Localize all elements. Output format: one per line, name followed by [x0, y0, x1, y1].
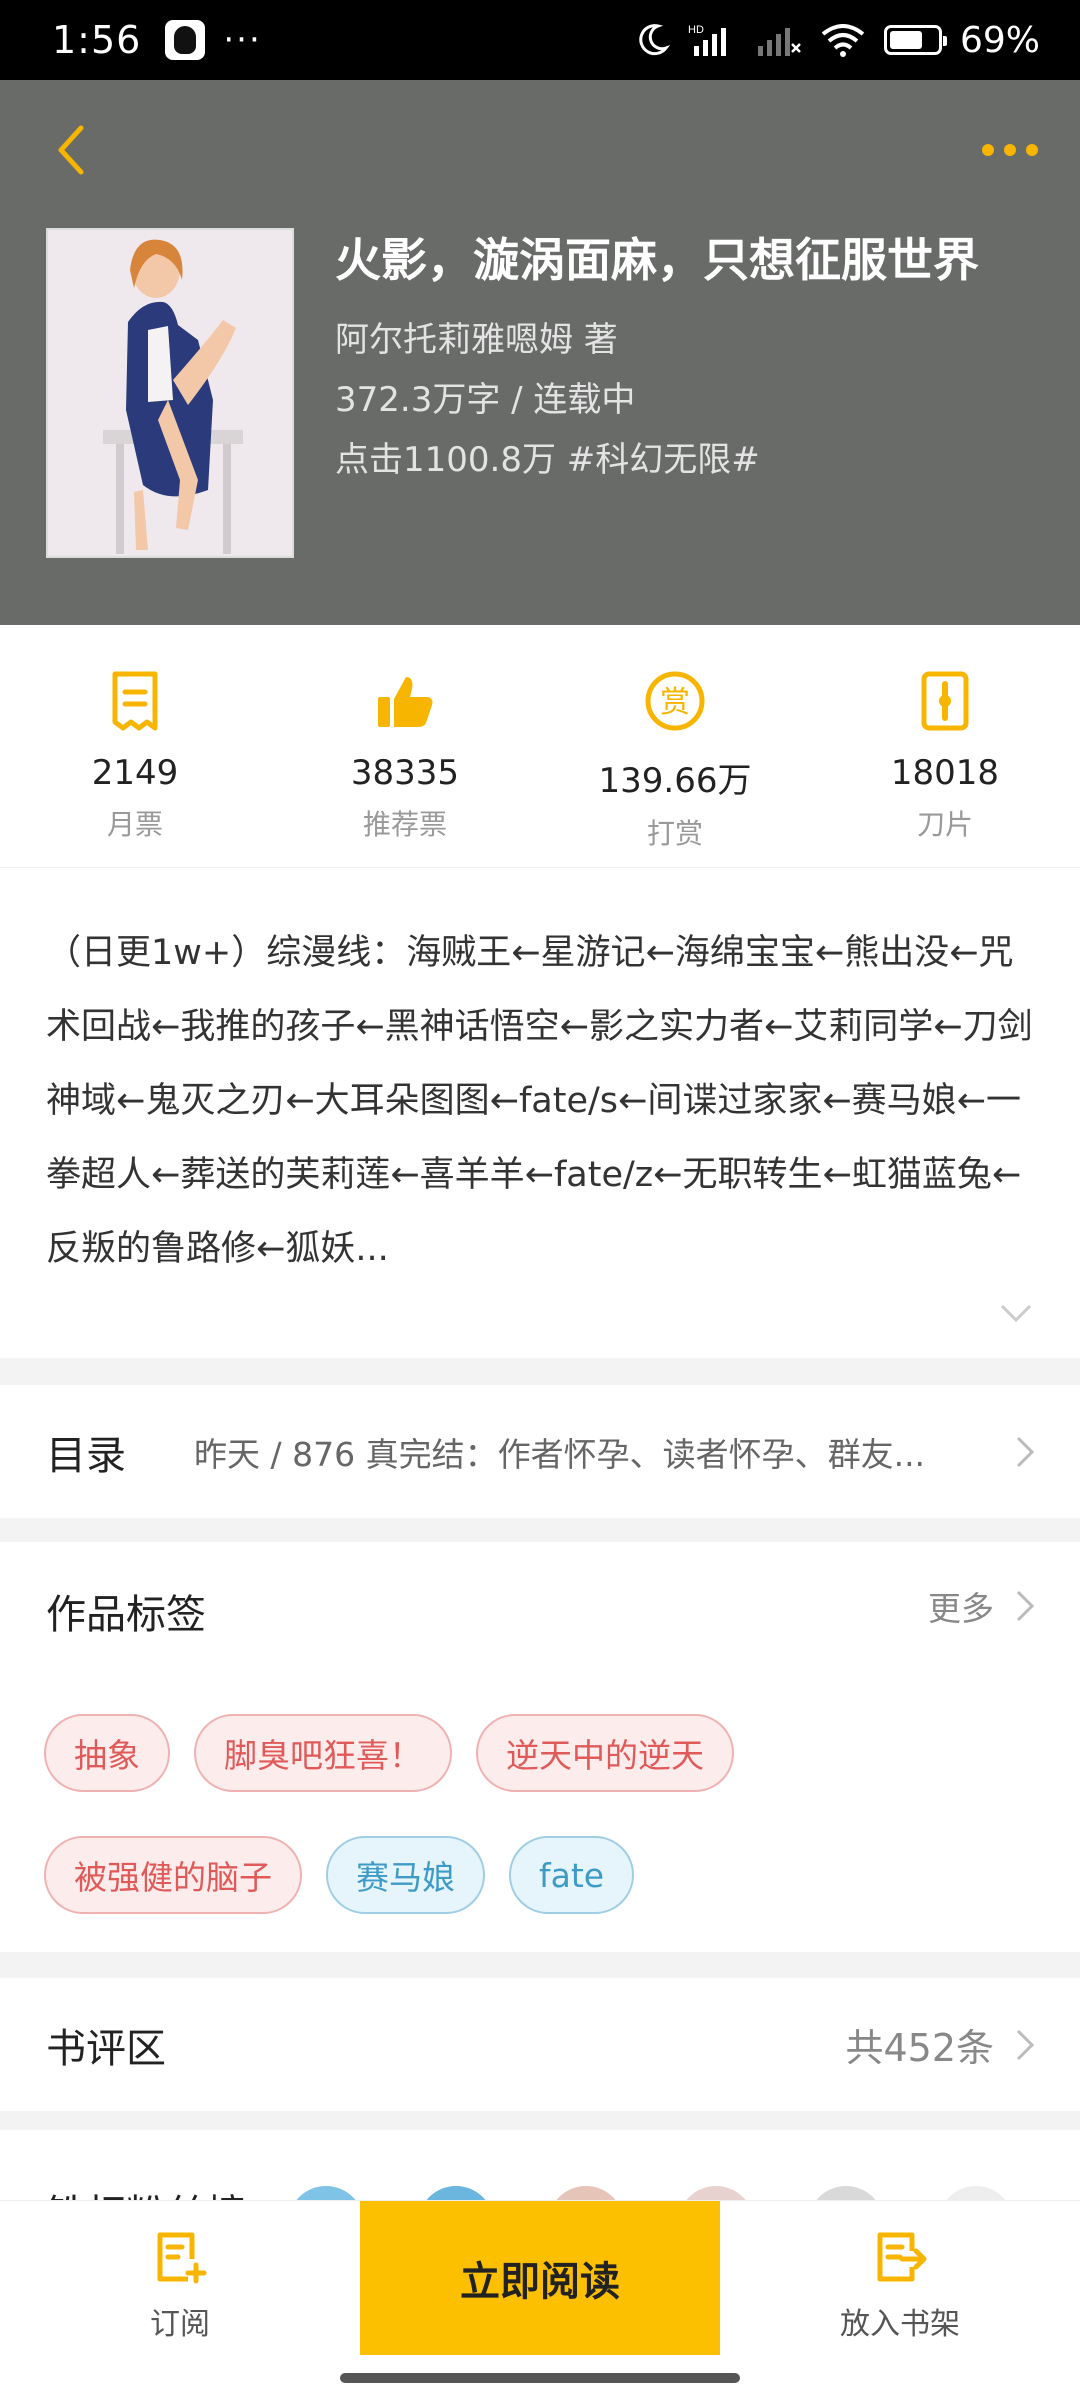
svg-text:赏: 赏: [660, 685, 690, 720]
blade-icon: [913, 669, 977, 733]
do-not-disturb-moon-icon: [639, 24, 670, 56]
tags-title: 作品标签: [46, 1592, 206, 1638]
book-cover-image[interactable]: [46, 228, 294, 558]
reward-icon: 赏: [643, 669, 707, 733]
tag-chip[interactable]: 抽象: [44, 1714, 170, 1792]
home-indicator[interactable]: [340, 2372, 740, 2383]
signal-no-service-icon: [757, 28, 801, 56]
stat-label: 月票: [106, 808, 163, 841]
more-options-button[interactable]: [970, 120, 1050, 180]
tag-chip[interactable]: 赛马娘: [326, 1836, 485, 1914]
system-navigation-bar: [0, 2355, 1080, 2400]
add-to-shelf-button[interactable]: 放入书架: [720, 2201, 1080, 2355]
cover-illustration: [48, 230, 292, 556]
monthly-ticket-icon: [103, 669, 167, 733]
more-dot-icon: [1004, 144, 1016, 156]
stat-reward[interactable]: 赏 139.66万 打赏: [540, 625, 810, 867]
bottom-action-bar: 订阅 立即阅读 放入书架: [0, 2200, 1080, 2355]
stat-blade[interactable]: 18018 刀片: [810, 625, 1080, 867]
add-to-shelf-label: 放入书架: [840, 2307, 960, 2342]
stat-label: 推荐票: [362, 808, 447, 841]
book-stats: 2149 月票 38335 推荐票 赏 139.66万 打赏 18018 刀片: [0, 625, 1080, 868]
tags-more-label: 更多: [928, 1589, 994, 1628]
book-author[interactable]: 阿尔托莉雅嗯姆 著: [335, 312, 618, 361]
status-bar: 1:56 ··· HD 69%: [0, 0, 1080, 80]
chevron-right-icon: [1016, 2029, 1035, 2060]
expand-chevron-down-icon[interactable]: [996, 1298, 1036, 1328]
tags-more-button[interactable]: 更多: [928, 1582, 1040, 1630]
tag-row: 抽象 脚臭吧狂喜！ 逆天中的逆天: [44, 1714, 734, 1792]
catalog-title: 目录: [46, 1432, 126, 1479]
battery-icon: [883, 25, 947, 55]
book-description: （日更1w+）综漫线：海贼王←星游记←海绵宝宝←熊出没←咒术回战←我推的孩子←黑…: [46, 933, 1033, 1269]
stat-value: 18018: [890, 753, 1000, 793]
stat-value: 139.66万: [598, 761, 752, 801]
book-title: 火影，漩涡面麻，只想征服世界: [335, 233, 979, 287]
qq-notification-icon: [165, 20, 206, 60]
add-to-shelf-icon: [877, 2232, 927, 2282]
reviews-title: 书评区: [46, 2025, 166, 2072]
book-clicks-category: 点击1100.8万 #科幻无限#: [335, 440, 760, 480]
tag-row: 被强健的脑子 赛马娘 fate: [44, 1836, 635, 1914]
stat-value: 38335: [350, 753, 460, 793]
back-button[interactable]: [40, 110, 100, 190]
signal-hd-icon: HD: [688, 24, 726, 56]
tag-chip[interactable]: fate: [509, 1836, 635, 1914]
book-header: 火影，漩涡面麻，只想征服世界 阿尔托莉雅嗯姆 著 372.3万字 / 连载中 点…: [0, 80, 1080, 625]
catalog-row[interactable]: 目录 昨天 / 876 真完结：作者怀孕、读者怀孕、群友...: [0, 1385, 1080, 1518]
reviews-count: 共452条: [845, 2026, 994, 2070]
stat-recommend-ticket[interactable]: 38335 推荐票: [270, 625, 540, 867]
chevron-right-icon: [1016, 1436, 1035, 1467]
status-time: 1:56: [52, 18, 142, 62]
stat-value: 2149: [91, 753, 179, 793]
book-reviews-row[interactable]: 书评区 共452条: [0, 1978, 1080, 2111]
wifi-icon: [821, 24, 865, 57]
read-now-button[interactable]: 立即阅读: [360, 2201, 720, 2355]
back-arrow-icon: [58, 125, 84, 175]
subscribe-button[interactable]: 订阅: [0, 2201, 360, 2355]
tag-chip[interactable]: 脚臭吧狂喜！: [194, 1714, 452, 1792]
book-tags-section: 作品标签 更多 抽象 脚臭吧狂喜！ 逆天中的逆天 被强健的脑子 赛马娘 fate: [0, 1542, 1080, 1952]
svg-text:HD: HD: [688, 24, 704, 36]
thumbs-up-icon: [373, 669, 437, 733]
more-notifications-icon: ···: [223, 20, 262, 60]
book-description-section[interactable]: （日更1w+）综漫线：海贼王←星游记←海绵宝宝←熊出没←咒术回战←我推的孩子←黑…: [0, 868, 1080, 1358]
tag-chip[interactable]: 被强健的脑子: [44, 1836, 302, 1914]
stat-monthly-ticket[interactable]: 2149 月票: [0, 625, 270, 867]
stat-label: 打赏: [646, 817, 703, 850]
tag-chip[interactable]: 逆天中的逆天: [476, 1714, 734, 1792]
more-dot-icon: [982, 144, 994, 156]
battery-percent: 69%: [959, 19, 1040, 61]
subscribe-label: 订阅: [150, 2307, 210, 2342]
catalog-latest-chapter: 昨天 / 876 真完结：作者怀孕、读者怀孕、群友...: [194, 1434, 926, 1474]
chevron-right-icon: [1016, 1590, 1035, 1622]
subscribe-icon: [157, 2232, 207, 2284]
more-dot-icon: [1026, 144, 1038, 156]
book-word-count-status: 372.3万字 / 连载中: [335, 380, 636, 420]
stat-label: 刀片: [916, 808, 973, 841]
